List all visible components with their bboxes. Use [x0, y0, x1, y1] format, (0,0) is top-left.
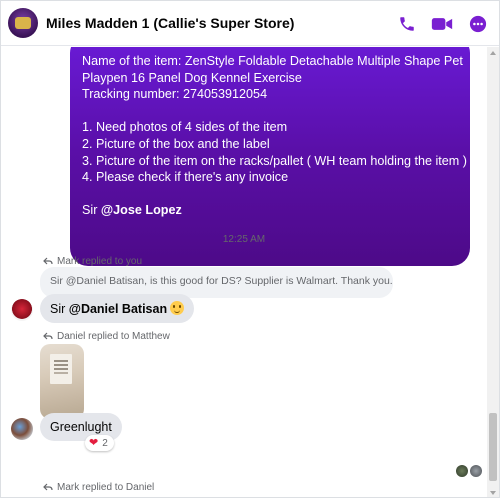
reply-prefix: Sir [50, 302, 69, 316]
reaction-badge[interactable]: ❤ 2 [85, 435, 114, 451]
reply-arrow-icon [43, 332, 53, 340]
reply-indicator-text: Mark replied to you [57, 256, 143, 267]
message-line: Tracking number: 274053912054 [82, 87, 268, 102]
reply-arrow-icon [43, 257, 53, 265]
store-logo [15, 17, 31, 29]
reply-arrow-icon [43, 483, 53, 491]
seen-by-avatar[interactable] [456, 465, 468, 477]
message-line: Name of the item: ZenStyle Foldable Deta… [82, 54, 463, 68]
video-camera-icon[interactable] [430, 12, 454, 36]
sender-avatar-mark[interactable] [11, 299, 33, 321]
scrollbar-thumb[interactable] [489, 413, 497, 481]
reply-indicator: Mark replied to Daniel [43, 482, 154, 493]
incoming-message-bubble[interactable]: Sir @Daniel Batisan [40, 294, 195, 323]
chat-window: Miles Madden 1 (Callie's Super Store) Na… [0, 0, 500, 498]
scroll-down-arrow-icon[interactable] [490, 491, 496, 495]
heart-reaction-icon: ❤ [89, 436, 99, 449]
sender-avatar-daniel[interactable] [11, 418, 33, 440]
message-line: 4. Please check if there's any invoice [82, 170, 289, 185]
more-options-icon[interactable] [466, 12, 490, 36]
reply-indicator: Mark replied to you [43, 256, 142, 267]
closing-prefix: Sir [82, 203, 101, 218]
seen-by-avatar[interactable] [470, 465, 482, 477]
chat-header: Miles Madden 1 (Callie's Super Store) [1, 1, 499, 46]
message-line: Playpen 16 Panel Dog Kennel Exercise [82, 70, 302, 85]
message-line: 3. Picture of the item on the racks/pall… [82, 153, 467, 168]
message-thread[interactable]: Name of the item: ZenStyle Foldable Deta… [1, 47, 487, 497]
reply-indicator-text: Mark replied to Daniel [57, 482, 155, 493]
reaction-count: 2 [102, 437, 108, 449]
phone-icon[interactable] [395, 12, 419, 36]
message-line: 2. Picture of the box and the label [82, 136, 270, 151]
mention-daniel-batisan[interactable]: @Daniel Batisan [69, 302, 167, 316]
scroll-up-arrow-icon[interactable] [490, 51, 496, 55]
smiling-face-emoji-icon [170, 301, 185, 315]
store-avatar[interactable] [8, 8, 38, 38]
message-timestamp: 12:25 AM [222, 234, 266, 245]
reply-indicator: Daniel replied to Matthew [43, 331, 170, 342]
reply-indicator-text: Daniel replied to Matthew [57, 331, 170, 342]
mention-jose-lopez[interactable]: @Jose Lopez [101, 203, 182, 217]
quoted-photo-attachment[interactable] [40, 344, 84, 419]
shipping-label-image [50, 354, 72, 384]
chat-title[interactable]: Miles Madden 1 (Callie's Super Store) [46, 15, 294, 31]
message-line: 1. Need photos of 4 sides of the item [82, 120, 288, 135]
message-closing: Sir @Jose Lopez [82, 202, 458, 219]
